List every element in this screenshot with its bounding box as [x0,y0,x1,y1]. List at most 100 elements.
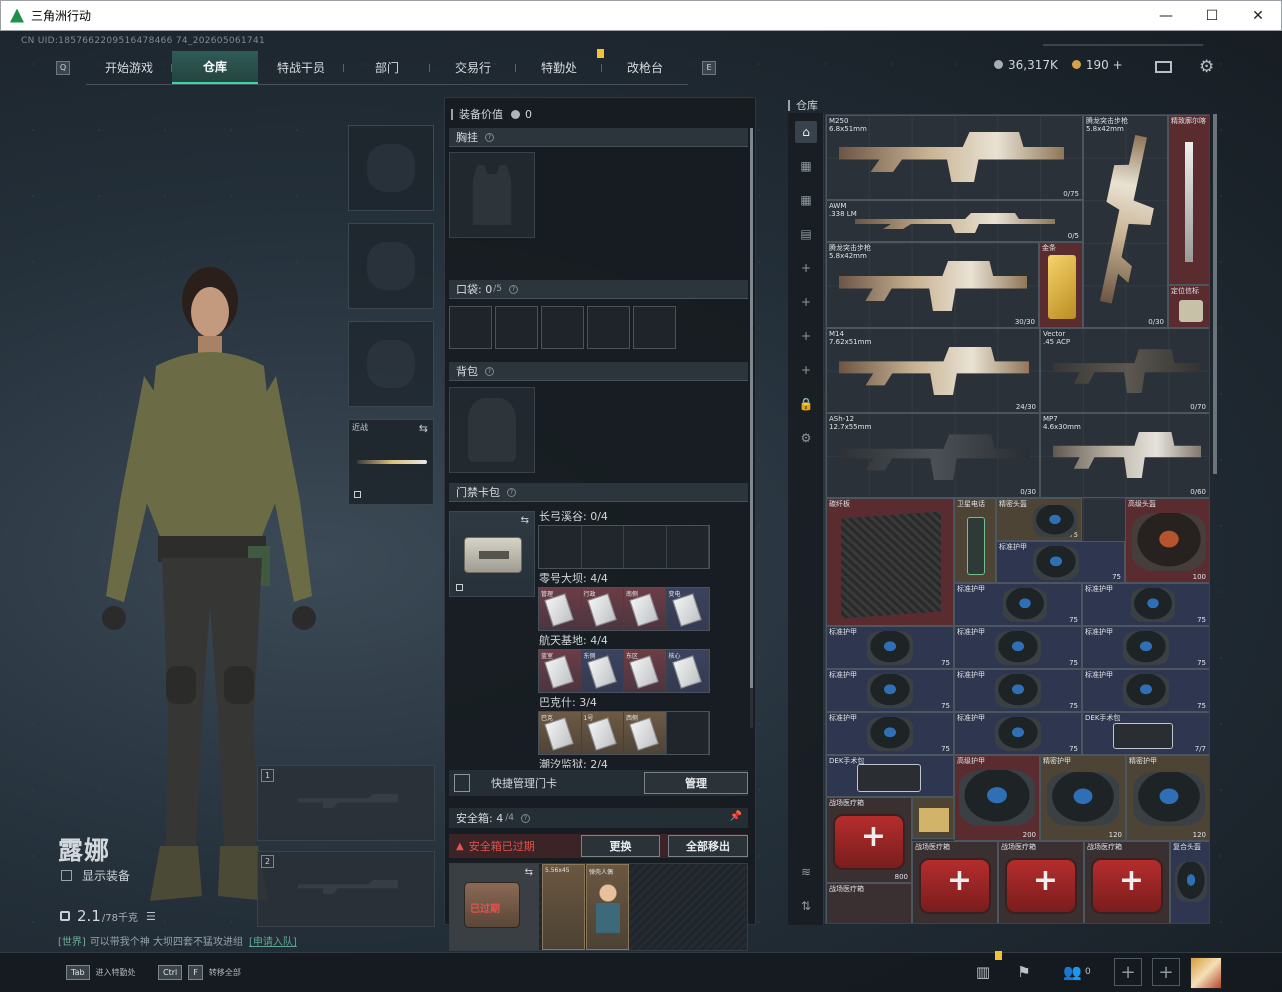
keycard-item[interactable]: 1号 [581,712,624,754]
minimize-button[interactable]: — [1143,1,1189,31]
keycard-slot[interactable] [624,526,667,568]
pin-icon[interactable]: 📌 [730,811,742,822]
item-standard-armor[interactable]: 标准护甲 75 [826,626,954,669]
keycard-bag-slot[interactable]: ⇆ [449,511,535,597]
add-warehouse-icon[interactable]: + [795,359,817,381]
warehouse-tab-icon[interactable]: ▦ [795,155,817,177]
nav-prev-key[interactable]: Q [56,60,70,75]
item-melee[interactable]: 精致廓尔喀 [1168,115,1209,285]
item-locator-beacon[interactable]: 定位信标 [1168,285,1209,328]
keycard-item[interactable]: 巴克 [539,712,582,754]
safe-case-item[interactable]: ⇆ 已过期 [450,864,539,950]
item-field-medkit[interactable]: 战场医疗箱 [826,883,912,923]
stats-chart-icon[interactable]: ▥ [972,961,994,983]
points-display[interactable]: 190 + [1071,58,1123,72]
friends-icon[interactable]: 👥 0 [1060,961,1094,983]
tab-trade[interactable]: 交易行 [430,51,516,84]
keycard-item[interactable]: 东区 [624,650,667,692]
add-warehouse-icon[interactable]: + [795,325,817,347]
doll-item[interactable]: 弹壳人偶 [586,864,629,950]
warehouse-scrollbar[interactable] [1213,114,1217,474]
keycard-slot[interactable] [667,526,709,568]
item-standard-armor[interactable]: 标准护甲 75 [826,712,954,755]
warehouse-home-icon[interactable]: ⌂ [795,121,817,143]
sort-icon[interactable]: ⇅ [795,895,817,917]
swap-icon[interactable]: ⇆ [525,867,533,878]
helmet-slot[interactable] [348,125,434,211]
item-advanced-helmet[interactable]: 高级头盔 100 [1125,498,1209,583]
remove-all-button[interactable]: 全部移出 [668,835,748,857]
item-field-medkit[interactable]: 战场医疗箱 [1084,841,1170,923]
item-composite-helmet[interactable]: 复合头盔 [1170,841,1209,923]
item-advanced-armor[interactable]: 高级护甲 200 [954,755,1040,841]
item-standard-armor[interactable]: 标准护甲 75 [954,712,1082,755]
item-dek-surgery-kit[interactable]: DEK手术包 7/7 [1082,712,1209,755]
pocket-slot[interactable] [633,306,676,349]
keycard-item[interactable]: 蓝室 [539,650,582,692]
item-dek-surgery-kit[interactable]: DEK手术包 [826,755,954,797]
show-equipment-toggle[interactable]: 显示装备 [61,867,130,884]
keycard-item[interactable]: 南侧 [624,588,667,630]
item-precision-helmet[interactable]: 标准护甲 75 [996,541,1125,583]
flag-icon[interactable]: ⚑ [1013,961,1035,983]
swap-icon[interactable]: ⇆ [521,515,529,526]
armor-slot[interactable] [348,223,434,309]
enter-special-ops-hint[interactable]: Tab 进入特勤处 [66,965,136,980]
keycard-slot[interactable] [667,712,709,754]
replace-safe-box-button[interactable]: 更换 [581,835,660,857]
coins-display[interactable]: 36,317K [994,58,1058,72]
tab-operators[interactable]: 特战干员 [258,51,344,84]
item-awm[interactable]: AWM .338 LM 0/5 [826,200,1083,242]
add-teammate-button[interactable]: + [1152,958,1180,986]
show-equipment-checkbox[interactable] [61,870,72,881]
item-tenglong-rifle[interactable]: 腾龙突击步枪 5.8x42mm 30/30 [826,242,1039,328]
item-m14[interactable]: M14 7.62x51mm 24/30 [826,328,1040,413]
settings-gear-icon[interactable]: ⚙ [1199,57,1214,77]
item-ammo-box[interactable] [912,797,954,839]
item-precision-armor[interactable]: 精密护甲 120 [1126,755,1209,841]
backpack-slot[interactable] [449,387,535,473]
close-button[interactable]: ✕ [1235,1,1281,31]
keycard-slot[interactable] [539,526,582,568]
apply-join-link[interactable]: [申请入队] [249,937,297,948]
lock-icon[interactable]: 🔒 [795,393,817,415]
item-vector[interactable]: Vector .45 ACP 0/70 [1040,328,1209,413]
help-icon[interactable]: ? [507,487,516,497]
nav-next-key[interactable]: E [702,60,716,75]
add-warehouse-icon[interactable]: + [795,291,817,313]
keycard-item[interactable]: 行政 [581,588,624,630]
item-field-medkit[interactable]: 战场医疗箱 [912,841,998,923]
keycard-item[interactable]: 西侧 [624,712,667,754]
tab-gunsmith[interactable]: 改枪台 [602,51,688,84]
help-icon[interactable]: ? [485,132,494,142]
pocket-slot[interactable] [541,306,584,349]
item-mp7[interactable]: MP7 4.6x30mm 0/60 [1040,413,1209,498]
pocket-slot[interactable] [587,306,630,349]
layers-icon[interactable]: ≋ [795,861,817,883]
item-tenglong-rifle[interactable]: 腾龙突击步枪 5.8x42mm 0/30 [1083,115,1168,328]
primary-weapon-slot-2[interactable]: 2 [257,851,435,927]
tab-department[interactable]: 部门 [344,51,430,84]
keycard-item[interactable]: 变电 [666,588,709,630]
primary-weapon-slot-1[interactable]: 1 [257,765,435,841]
warehouse-tab-icon[interactable]: ▦ [795,189,817,211]
item-field-medkit[interactable]: 战场医疗箱 [998,841,1084,923]
maximize-button[interactable]: ☐ [1189,1,1235,31]
item-m250[interactable]: M250 6.8x51mm 0/75 [826,115,1083,200]
item-standard-armor[interactable]: 标准护甲 75 [826,669,954,712]
item-precision-helmet[interactable]: 精密头盔 75 [996,498,1082,541]
item-standard-armor[interactable]: 标准护甲 75 [954,583,1082,626]
weight-details-icon[interactable]: ☰ [146,910,156,923]
tab-warehouse[interactable]: 仓库 [172,50,258,84]
help-icon[interactable]: ? [485,366,494,376]
add-warehouse-icon[interactable]: + [795,257,817,279]
melee-slot[interactable]: 近战 ⇆ [348,419,434,505]
tab-start-game[interactable]: 开始游戏 [86,51,172,84]
item-standard-armor[interactable]: 标准护甲 75 [954,626,1082,669]
pocket-slot[interactable] [495,306,538,349]
item-field-medkit[interactable]: 战场医疗箱 800 [826,797,912,883]
item-ash12[interactable]: ASh-12 12.7x55mm 0/30 [826,413,1040,498]
keycard-item[interactable]: 核心 [666,650,709,692]
player-avatar[interactable] [1190,957,1222,989]
ammo-item[interactable]: 5.56x45 [542,864,585,950]
